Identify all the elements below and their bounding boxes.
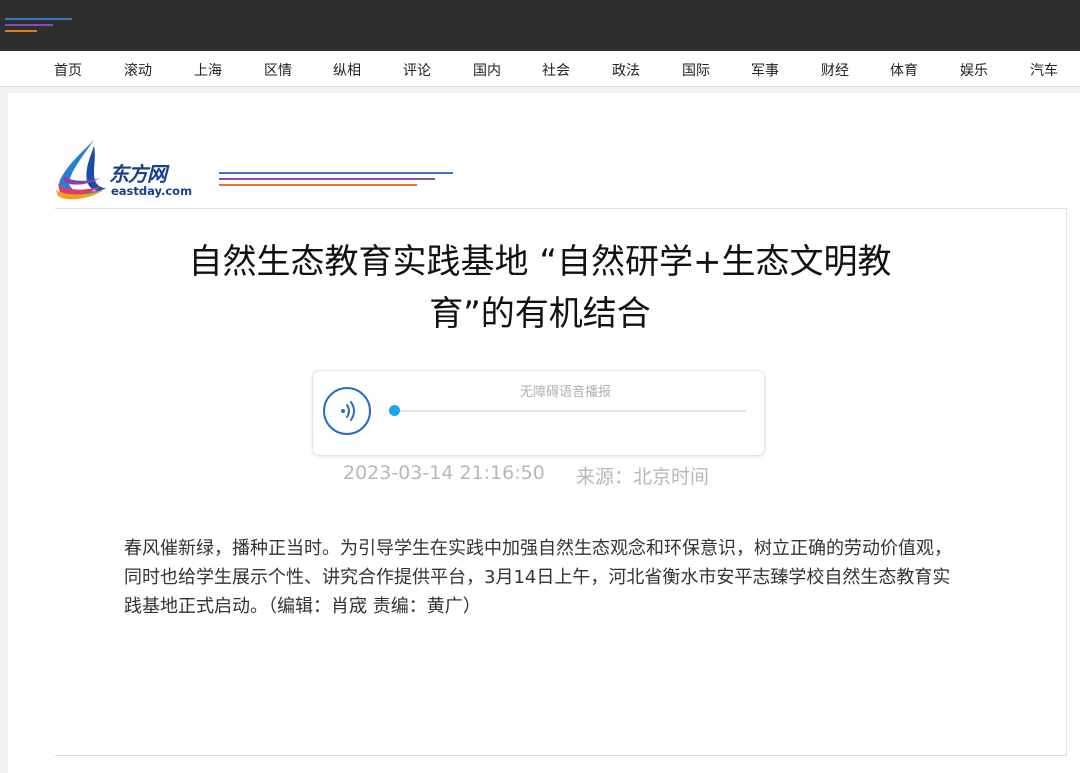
progress-track[interactable] [395,410,746,412]
article-source: 来源：北京时间 [576,466,710,488]
eastday-flame-logo-icon [56,140,106,200]
play-button[interactable] [323,387,371,435]
logo-deco-line-orange [219,184,417,186]
nav-item-commentary[interactable]: 评论 [403,60,431,80]
nav-item-entertainment[interactable]: 娱乐 [960,60,988,80]
logo-domain: eastday.com [111,184,193,198]
header-deco-line-purple [5,24,53,26]
nav-item-finance[interactable]: 财经 [821,60,849,80]
progress-knob[interactable] [389,405,400,416]
audio-player: 无障碍语音播报 [312,370,765,456]
channel-nav: 首页 滚动 上海 区情 纵相 评论 国内 社会 政法 国际 军事 财经 体育 娱… [0,51,1080,87]
header-deco-line-blue [5,18,72,20]
nav-item-district[interactable]: 区情 [264,60,292,80]
nav-item-domestic[interactable]: 国内 [473,60,501,80]
logo-deco-line-blue [219,172,453,174]
nav-item-shanghai[interactable]: 上海 [194,60,222,80]
nav-item-law[interactable]: 政法 [612,60,640,80]
panel-right-border [1066,208,1067,756]
nav-item-zongxiang[interactable]: 纵相 [333,60,361,80]
header-deco-line-orange [5,30,37,32]
logo-name: 东方网 [109,162,167,186]
article-title: 自然生态教育实践基地 “自然研学+生态文明教 育”的有机结合 [140,236,940,340]
top-header-bar [0,0,1080,51]
nav-item-sports[interactable]: 体育 [890,60,918,80]
player-label: 无障碍语音播报 [519,385,611,400]
nav-item-society[interactable]: 社会 [542,60,570,80]
nav-item-rolling[interactable]: 滚动 [124,60,152,80]
article-title-line1: 自然生态教育实践基地 “自然研学+生态文明教 [188,242,892,282]
header-divider [55,208,1067,209]
nav-item-international[interactable]: 国际 [682,60,710,80]
site-logo[interactable]: 东方网 eastday.com [54,140,214,200]
article-body: 春风催新绿，播种正当时。为引导学生在实践中加强自然生态观念和环保意识，树立正确的… [124,538,952,617]
footer-divider [55,755,1067,756]
logo-deco-line-purple [219,178,435,180]
nav-item-home[interactable]: 首页 [54,60,82,80]
nav-item-military[interactable]: 军事 [751,60,779,80]
nav-item-auto[interactable]: 汽车 [1030,60,1058,80]
article-date: 2023-03-14 21:16:50 [343,462,545,484]
audio-wave-icon [341,401,355,421]
article-title-line2: 育”的有机结合 [429,294,651,334]
